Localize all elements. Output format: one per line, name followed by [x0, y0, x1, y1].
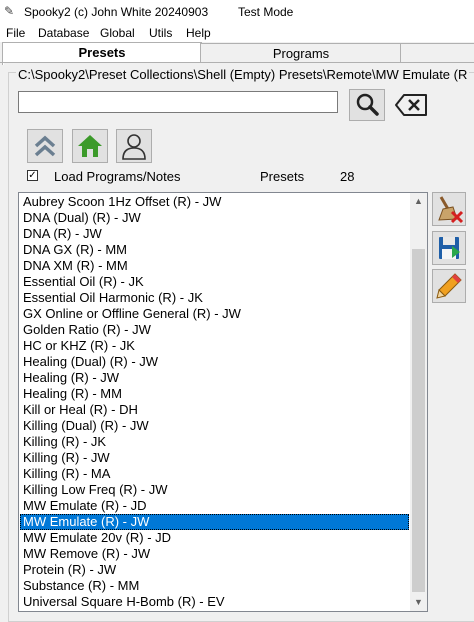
preset-list-item[interactable]: Killing (R) - JW — [20, 450, 409, 466]
preset-list-item[interactable]: Killing (Dual) (R) - JW — [20, 418, 409, 434]
menu-global[interactable]: Global — [100, 26, 135, 40]
clear-list-button[interactable] — [432, 192, 466, 226]
app-icon: ✎ — [4, 4, 15, 18]
preset-list-item[interactable]: Essential Oil (R) - JK — [20, 274, 409, 290]
double-chevron-up-icon — [28, 130, 62, 162]
preset-list-item[interactable]: Healing (R) - JW — [20, 370, 409, 386]
title-bar: ✎ Spooky2 (c) John White 20240903 Test M… — [0, 0, 474, 24]
preset-list-item[interactable]: Healing (Dual) (R) - JW — [20, 354, 409, 370]
menu-utils[interactable]: Utils — [149, 26, 172, 40]
clear-search-button[interactable] — [392, 89, 432, 121]
tab-strip: Presets Programs — [0, 42, 474, 65]
backspace-icon — [392, 89, 432, 121]
preset-list-item[interactable]: HC or KHZ (R) - JK — [20, 338, 409, 354]
load-programs-checkbox[interactable]: ✓ — [27, 170, 38, 181]
preset-list-item[interactable]: Killing (R) - MA — [20, 466, 409, 482]
person-icon — [117, 130, 151, 162]
menu-bar: File Database Global Utils Help — [0, 24, 474, 42]
load-programs-label: Load Programs/Notes — [54, 169, 181, 184]
preset-list-item[interactable]: Substance (R) - MM — [20, 578, 409, 594]
menu-database[interactable]: Database — [38, 26, 89, 40]
preset-list-item[interactable]: DNA (R) - JW — [20, 226, 409, 242]
home-icon — [73, 130, 107, 162]
preset-list-item[interactable]: Killing Low Freq (R) - JW — [20, 482, 409, 498]
presets-count-label: Presets — [260, 169, 305, 184]
pencil-icon — [433, 270, 465, 302]
tab-more[interactable] — [400, 43, 474, 64]
broom-delete-icon — [433, 193, 465, 225]
presets-count-value: 28 — [340, 169, 355, 184]
scroll-down-arrow[interactable]: ▼ — [410, 594, 427, 611]
preset-list-item[interactable]: MW Emulate (R) - JD — [20, 498, 409, 514]
preset-path-label: C:\Spooky2\Preset Collections\Shell (Emp… — [16, 67, 470, 82]
tab-programs[interactable]: Programs — [200, 43, 402, 64]
mode-label: Test Mode — [238, 5, 294, 19]
preset-list-item[interactable]: Protein (R) - JW — [20, 562, 409, 578]
user-button[interactable] — [116, 129, 152, 163]
preset-list-item[interactable]: Universal Square H-Bomb (R) - EV — [20, 594, 409, 610]
window-title: Spooky2 (c) John White 20240903 — [24, 5, 209, 19]
preset-list-item[interactable]: MW Remove (R) - JW — [20, 546, 409, 562]
search-button[interactable] — [349, 89, 385, 121]
preset-list: Aubrey Scoon 1Hz Offset (R) - JW DNA (Dua… — [20, 194, 409, 610]
preset-list-item[interactable]: DNA GX (R) - MM — [20, 242, 409, 258]
menu-file[interactable]: File — [6, 26, 25, 40]
vertical-scrollbar[interactable]: ▲ ▼ — [410, 193, 427, 611]
home-button[interactable] — [72, 129, 108, 163]
magnifier-icon — [350, 90, 384, 120]
preset-list-item[interactable]: Essential Oil Harmonic (R) - JK — [20, 290, 409, 306]
scroll-up-arrow[interactable]: ▲ — [410, 193, 427, 210]
preset-list-item[interactable]: DNA XM (R) - MM — [20, 258, 409, 274]
save-button[interactable] — [432, 231, 466, 265]
presets-listbox[interactable]: Aubrey Scoon 1Hz Offset (R) - JW DNA (Dua… — [18, 192, 428, 612]
preset-list-item[interactable]: MW Emulate 20v (R) - JD — [20, 530, 409, 546]
preset-list-item[interactable]: MW Emulate (R) - JW — [20, 514, 409, 530]
preset-list-item[interactable]: Aubrey Scoon 1Hz Offset (R) - JW — [20, 194, 409, 210]
search-input[interactable] — [18, 91, 338, 113]
preset-list-item[interactable]: DNA (Dual) (R) - JW — [20, 210, 409, 226]
preset-list-item[interactable]: Golden Ratio (R) - JW — [20, 322, 409, 338]
preset-list-item[interactable]: Healing (R) - MM — [20, 386, 409, 402]
floppy-save-icon — [433, 232, 465, 264]
preset-list-item[interactable]: GX Online or Offline General (R) - JW — [20, 306, 409, 322]
edit-button[interactable] — [432, 269, 466, 303]
menu-help[interactable]: Help — [186, 26, 211, 40]
up-level-button[interactable] — [27, 129, 63, 163]
scrollbar-thumb[interactable] — [412, 249, 425, 592]
preset-list-item[interactable]: Killing (R) - JK — [20, 434, 409, 450]
preset-list-item[interactable]: Kill or Heal (R) - DH — [20, 402, 409, 418]
